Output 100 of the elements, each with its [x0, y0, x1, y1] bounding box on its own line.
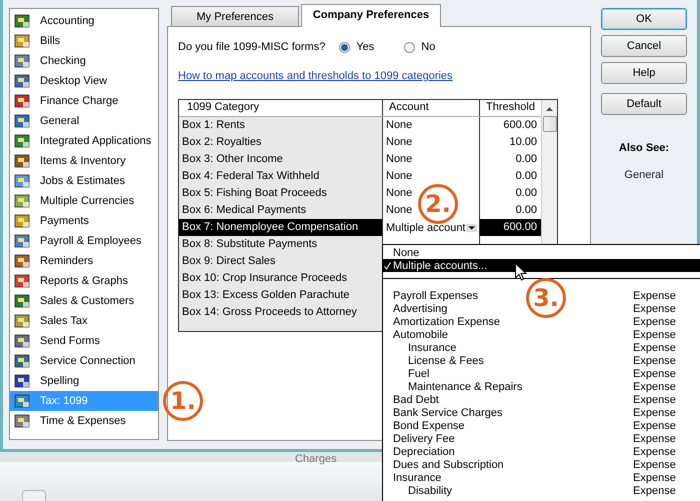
account-type: Expense: [633, 420, 676, 432]
sidebar-item[interactable]: Multiple Currencies: [10, 191, 158, 211]
account-name[interactable]: Insurance: [408, 342, 456, 354]
sidebar-item[interactable]: Integrated Applications: [10, 131, 158, 151]
dropdown-option[interactable]: None: [383, 246, 700, 259]
sidebar-item[interactable]: Send Forms: [10, 331, 158, 351]
tile-icon: [14, 353, 32, 369]
account-name[interactable]: License & Fees: [408, 354, 484, 366]
account-type: Expense: [633, 290, 676, 302]
account-name[interactable]: Automobile: [393, 328, 448, 340]
dropdown-option[interactable]: Multiple accounts...: [383, 259, 700, 272]
table-cell[interactable]: Box 1: Rents: [179, 117, 382, 134]
table-cell[interactable]: None: [382, 117, 479, 134]
also-see-link[interactable]: General: [624, 169, 664, 181]
sidebar-item[interactable]: Spelling: [10, 371, 158, 391]
table-cell[interactable]: Box 9: Direct Sales: [179, 253, 382, 270]
account-name[interactable]: Dues and Subscription: [393, 458, 504, 470]
help-link[interactable]: How to map accounts and thresholds to 1099 categories: [178, 70, 453, 82]
tile-icon: [14, 293, 32, 309]
caret-icon: [466, 222, 477, 232]
radio-button[interactable]: [404, 42, 416, 52]
table-cell[interactable]: None: [382, 134, 479, 151]
question-label: Do you file 1099-MISC forms?: [178, 41, 326, 53]
up-arrow-icon[interactable]: [545, 105, 554, 113]
sidebar-item[interactable]: Payments: [10, 211, 158, 231]
account-name[interactable]: Disability: [408, 484, 452, 496]
account-name[interactable]: Depreciation: [393, 446, 455, 458]
table-cell[interactable]: Box 7: Nonemployee Compensation: [179, 219, 382, 236]
tile-icon: [14, 313, 32, 329]
account-name[interactable]: Fuel: [408, 368, 430, 380]
sidebar-item[interactable]: Jobs & Estimates: [10, 171, 158, 191]
account-type: Expense: [633, 354, 676, 366]
account-name[interactable]: Bank Service Charges: [393, 406, 502, 418]
account-name[interactable]: Bad Debt: [393, 394, 439, 406]
table-cell[interactable]: Box 13: Excess Golden Parachute: [179, 287, 382, 304]
table-cell[interactable]: Box 10: Crop Insurance Proceeds: [179, 270, 382, 287]
table-cell[interactable]: Box 14: Gross Proceeds to Attorney: [179, 304, 382, 321]
table-cell[interactable]: Box 4: Federal Tax Withheld: [179, 168, 382, 185]
sidebar-item[interactable]: Finance Charge: [10, 91, 158, 111]
sidebar-item[interactable]: Desktop View: [10, 71, 158, 91]
tile-icon: [14, 153, 32, 169]
background-text: Charges: [295, 453, 337, 465]
sidebar-item[interactable]: Sales & Customers: [10, 291, 158, 311]
table-cell[interactable]: None: [382, 151, 479, 168]
sidebar-item[interactable]: Sales Tax: [10, 311, 158, 331]
sidebar-item[interactable]: Reports & Graphs: [10, 271, 158, 291]
sidebar-item[interactable]: Accounting: [10, 11, 158, 31]
tile-icon: [14, 233, 32, 249]
table-cell[interactable]: 600.00: [479, 219, 541, 236]
dialog-button[interactable]: OK: [601, 8, 687, 30]
dialog-button[interactable]: Cancel: [601, 35, 687, 57]
account-type: Expense: [633, 484, 676, 496]
sidebar-item[interactable]: Time & Expenses: [10, 411, 158, 431]
radio-button[interactable]: [339, 42, 350, 52]
radio-label[interactable]: Yes: [356, 41, 374, 53]
tile-icon: [14, 413, 32, 429]
radio-label[interactable]: No: [421, 41, 436, 53]
account-type: Expense: [633, 328, 676, 340]
table-cell[interactable]: Box 3: Other Income: [179, 151, 382, 168]
dialog-button[interactable]: Help: [601, 62, 687, 84]
dialog-button[interactable]: Default: [601, 93, 687, 115]
tile-icon: [14, 33, 32, 49]
account-type: Expense: [633, 472, 676, 484]
account-name[interactable]: Bond Expense: [393, 420, 465, 432]
table-cell[interactable]: Box 5: Fishing Boat Proceeds: [179, 185, 382, 202]
table-cell[interactable]: Box 2: Royalties: [179, 134, 382, 151]
tab[interactable]: My Preferences: [171, 6, 299, 26]
account-type: Expense: [633, 368, 676, 380]
tile-icon: [14, 133, 32, 149]
account-name[interactable]: Maintenance & Repairs: [408, 380, 522, 392]
tile-icon: [14, 93, 32, 109]
column-header[interactable]: 1099 Category: [179, 100, 382, 116]
account-name[interactable]: Payroll Expenses: [393, 290, 478, 302]
sidebar-item[interactable]: Bills: [10, 31, 158, 51]
account-name[interactable]: Amortization Expense: [393, 316, 500, 328]
sidebar-item[interactable]: Payroll & Employees: [10, 231, 158, 251]
table-cell[interactable]: None: [382, 168, 479, 185]
table-cell[interactable]: Box 6: Medical Payments: [179, 202, 382, 219]
scroll-thumb[interactable]: [542, 116, 556, 132]
sidebar-item[interactable]: Reminders: [10, 251, 158, 271]
account-name[interactable]: Advertising: [393, 302, 448, 314]
account-type: Expense: [633, 302, 676, 314]
tab[interactable]: Company Preferences: [301, 4, 441, 27]
sidebar-item[interactable]: Items & Inventory: [10, 151, 158, 171]
account-type: Expense: [633, 458, 676, 470]
step-callout: 1.: [163, 381, 203, 421]
sidebar-item[interactable]: Service Connection: [10, 351, 158, 371]
account-type: Expense: [633, 432, 676, 444]
tile-icon: [14, 213, 32, 229]
tile-icon: [14, 373, 32, 389]
sidebar-item[interactable]: General: [10, 111, 158, 131]
tile-icon: [14, 173, 32, 189]
column-header[interactable]: Account: [382, 100, 479, 116]
account-type: Expense: [633, 316, 676, 328]
sidebar-item[interactable]: Checking: [10, 51, 158, 71]
account-name[interactable]: Delivery Fee: [393, 432, 455, 444]
also-see-title: Also See:: [618, 142, 670, 154]
account-type: Expense: [633, 406, 676, 418]
table-cell[interactable]: Box 8: Substitute Payments: [179, 236, 382, 253]
account-name[interactable]: Insurance: [393, 472, 442, 484]
